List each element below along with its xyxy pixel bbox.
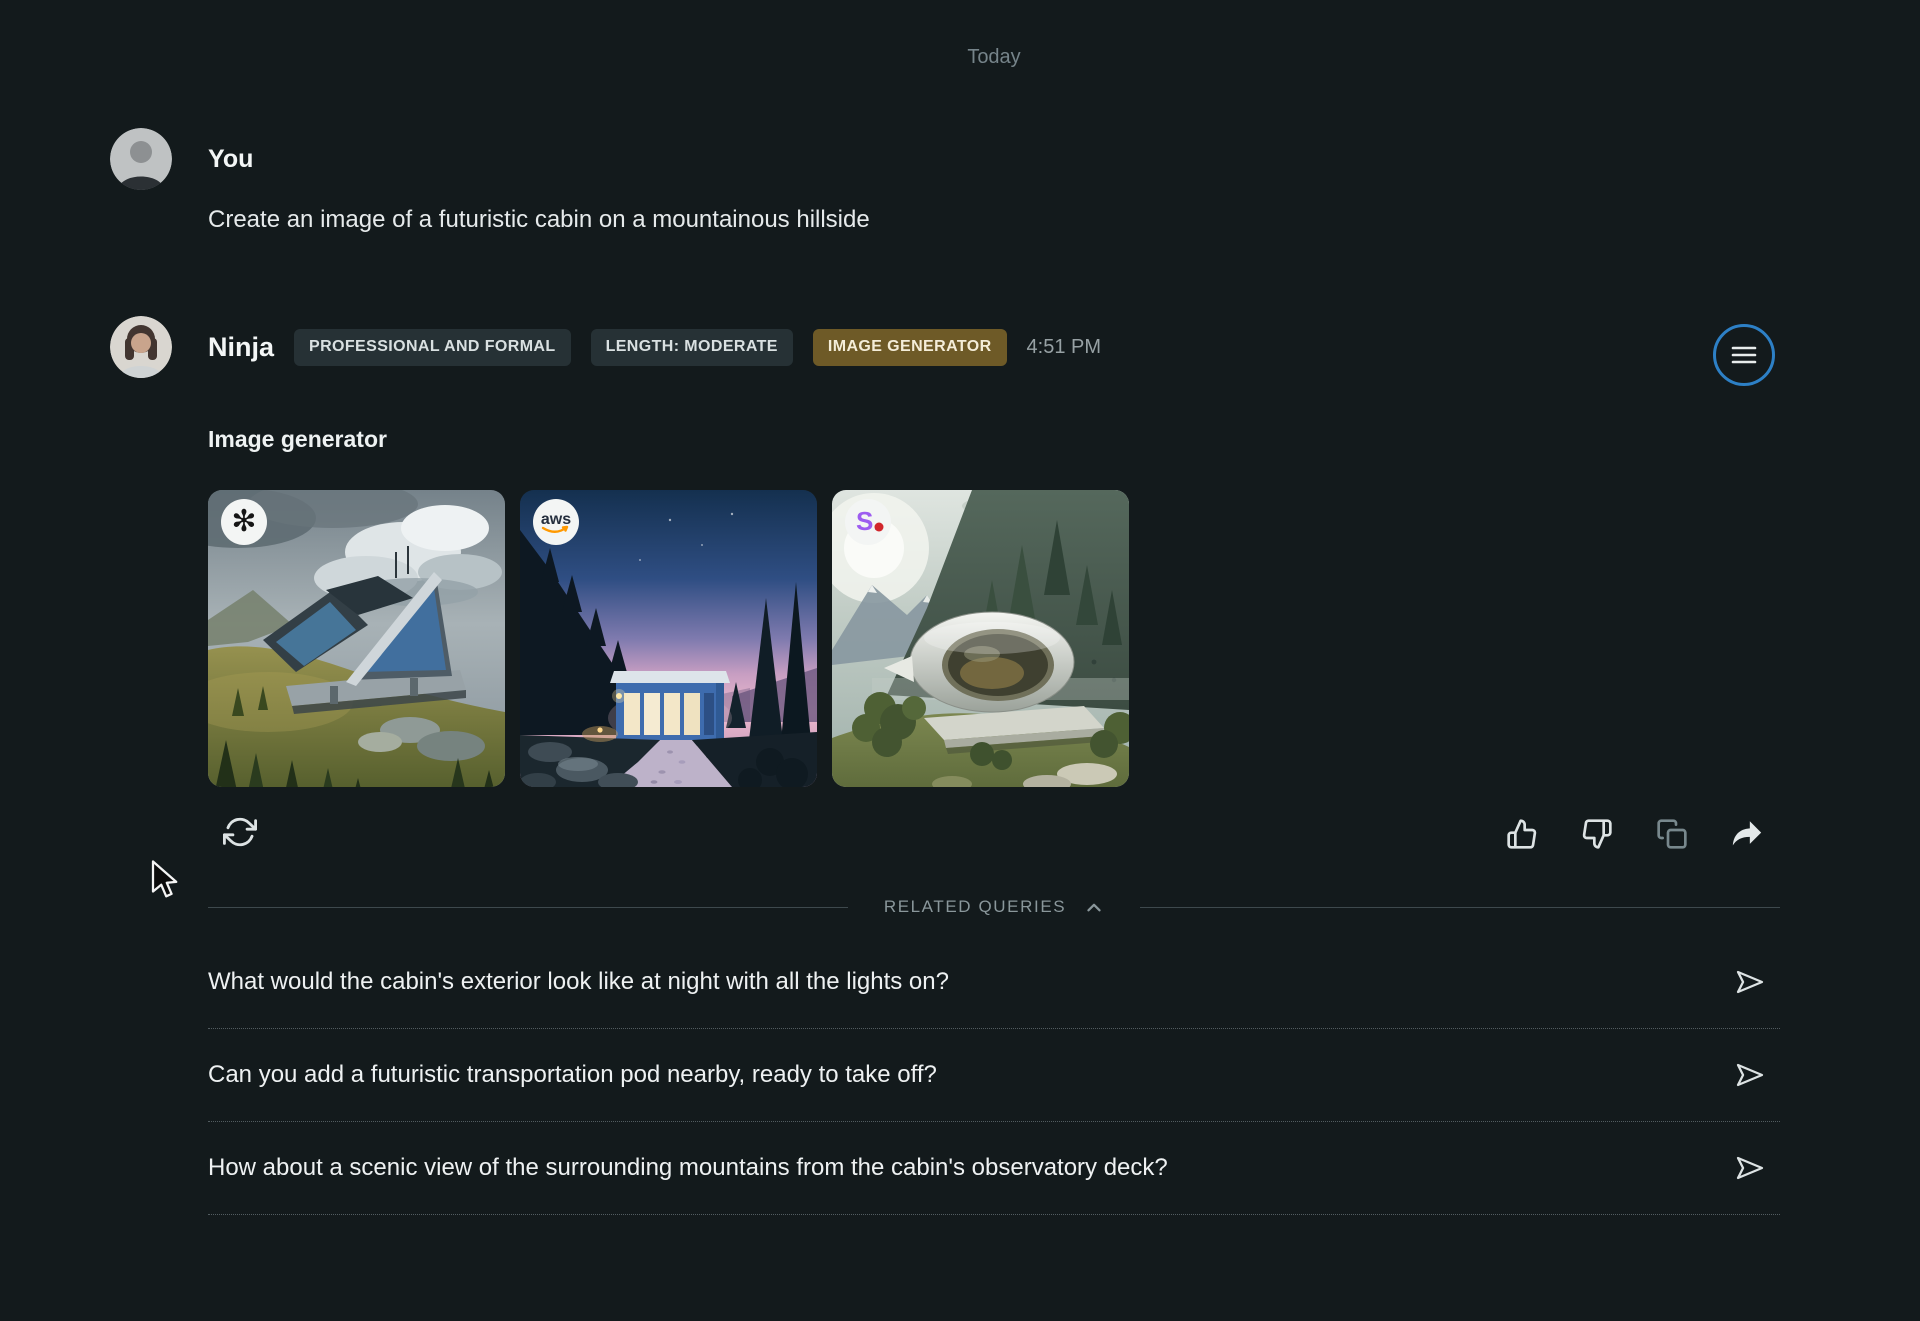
send-query-button[interactable] <box>1732 1150 1768 1186</box>
assistant-name: Ninja <box>208 331 275 362</box>
related-queries-list: What would the cabin's exterior look lik… <box>208 936 1780 1215</box>
related-queries-title: RELATED QUERIES <box>883 897 1067 916</box>
related-query-row[interactable]: Can you add a futuristic transportation … <box>208 1029 1780 1122</box>
user-message: Create an image of a futuristic cabin on… <box>208 206 870 233</box>
related-query-row[interactable]: What would the cabin's exterior look lik… <box>208 936 1780 1029</box>
svg-text:S.: S. <box>856 506 881 536</box>
thumbs-down-icon <box>1582 819 1612 849</box>
chevron-up-icon <box>1087 903 1101 912</box>
send-query-button[interactable] <box>1732 964 1768 1000</box>
generated-image-aws[interactable]: aws <box>520 490 817 787</box>
send-icon <box>1736 1063 1764 1087</box>
divider-line-right <box>1140 906 1781 908</box>
send-icon <box>1736 970 1764 994</box>
divider-line-left <box>208 906 848 908</box>
hamburger-menu-icon <box>1731 346 1757 364</box>
related-queries-toggle[interactable]: RELATED QUERIES <box>884 897 1104 917</box>
related-query-row[interactable]: How about a scenic view of the surroundi… <box>208 1122 1780 1215</box>
copy-icon <box>1657 819 1687 849</box>
assistant-avatar-image <box>110 316 172 378</box>
openai-logo-icon: ✻ <box>221 499 267 545</box>
generated-image-openai[interactable]: ✻ <box>208 490 505 787</box>
send-icon <box>1736 1156 1764 1180</box>
cursor-arrow-icon <box>151 860 178 898</box>
tone-badge: PROFESSIONAL AND FORMAL <box>294 328 571 366</box>
regenerate-button[interactable] <box>220 812 260 852</box>
share-icon <box>1732 821 1762 846</box>
user-name: You <box>208 144 254 173</box>
aws-logo-icon: aws <box>533 499 579 545</box>
related-queries-divider: RELATED QUERIES <box>208 891 1781 923</box>
message-menu-button[interactable] <box>1713 324 1775 386</box>
svg-text:aws: aws <box>541 511 571 528</box>
generated-image-stability[interactable]: S. <box>832 490 1129 787</box>
share-button[interactable] <box>1729 816 1765 852</box>
stability-logo-image: S. <box>856 506 884 536</box>
length-badge: LENGTH: MODERATE <box>590 328 793 366</box>
mouse-cursor <box>150 860 186 907</box>
thumbs-down-button[interactable] <box>1579 816 1615 852</box>
stability-logo-icon: S. <box>845 499 891 545</box>
related-query-text: How about a scenic view of the surroundi… <box>208 1154 1168 1181</box>
copy-button[interactable] <box>1654 816 1690 852</box>
message-actions <box>1504 816 1765 852</box>
skill-badge: IMAGE GENERATOR <box>812 328 1007 366</box>
regenerate-icon <box>223 817 257 847</box>
thumbs-up-button[interactable] <box>1504 816 1540 852</box>
date-divider: Today <box>967 46 1021 68</box>
openai-logo-glyph: ✻ <box>231 505 257 538</box>
related-query-text: Can you add a futuristic transportation … <box>208 1061 937 1088</box>
generated-images-row: ✻ aws S. <box>208 490 1129 787</box>
assistant-avatar <box>110 316 172 378</box>
user-avatar-image <box>110 128 172 190</box>
aws-logo-image: aws <box>541 511 571 533</box>
thumbs-up-icon <box>1507 819 1537 849</box>
send-query-button[interactable] <box>1732 1057 1768 1093</box>
tool-section-title: Image generator <box>208 426 387 452</box>
related-query-text: What would the cabin's exterior look lik… <box>208 968 949 995</box>
user-avatar <box>110 128 172 190</box>
message-timestamp: 4:51 PM <box>1026 335 1102 358</box>
